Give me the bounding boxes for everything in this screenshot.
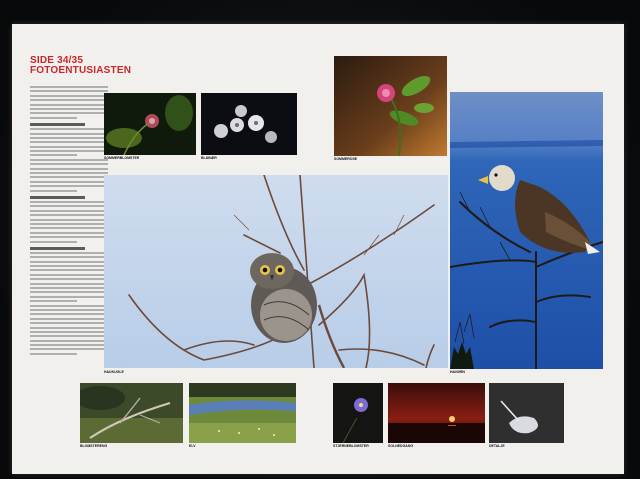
- photo-eagle: [450, 92, 603, 369]
- caption-bottom3: STJERNEBLOMSTER: [333, 444, 369, 448]
- article-text-column: [30, 86, 108, 386]
- photo-owl: [104, 175, 448, 368]
- section-title: FOTOENTUSIASTEN: [30, 65, 132, 76]
- caption-top2: BLÅBÆR: [201, 156, 217, 160]
- caption-owl-label: HAUKUGLE: [104, 370, 124, 374]
- photo-berries: [201, 93, 297, 155]
- caption-top1-label: SOMMERBLOMSTER: [104, 156, 140, 160]
- caption-top1: SOMMERBLOMSTER: [104, 156, 139, 160]
- photo-bottom-sunset: [388, 383, 485, 443]
- photo-bottom-flower: [333, 383, 383, 443]
- photo-flower-dark: [104, 93, 196, 155]
- caption-top3: SOMMEROSE: [334, 157, 357, 161]
- caption-eagle-label: HAVØRN: [450, 370, 465, 374]
- caption-top3-label: SOMMEROSE: [334, 157, 358, 161]
- caption-bottom1: BLOMSTERENG: [80, 444, 107, 448]
- caption-bottom4: SOLNEDGANG: [388, 444, 413, 448]
- caption-bottom3-label: STJERNEBLOMSTER: [333, 444, 369, 448]
- caption-bottom5: DETALJE: [489, 444, 505, 448]
- caption-eagle: HAVØRN: [450, 370, 465, 374]
- caption-bottom4-label: SOLNEDGANG: [388, 444, 414, 448]
- photo-bottom-river: [189, 383, 296, 443]
- page-title: SIDE 34/35 FOTOENTUSIASTEN: [30, 56, 131, 76]
- photo-bottom-branch: [80, 383, 183, 443]
- caption-bottom2: ELV: [189, 444, 196, 448]
- caption-bottom1-label: BLOMSTERENG: [80, 444, 108, 448]
- photo-pink-rose: [334, 56, 447, 156]
- caption-top2-label: BLÅBÆR: [201, 156, 217, 160]
- caption-bottom5-label: DETALJE: [489, 444, 505, 448]
- caption-owl: HAUKUGLE: [104, 370, 124, 374]
- photo-bottom-detail: [489, 383, 564, 443]
- magazine-spread: SIDE 34/35 FOTOENTUSIASTEN SOMMERBLOMSTE…: [12, 24, 624, 474]
- caption-bottom2-label: ELV: [189, 444, 196, 448]
